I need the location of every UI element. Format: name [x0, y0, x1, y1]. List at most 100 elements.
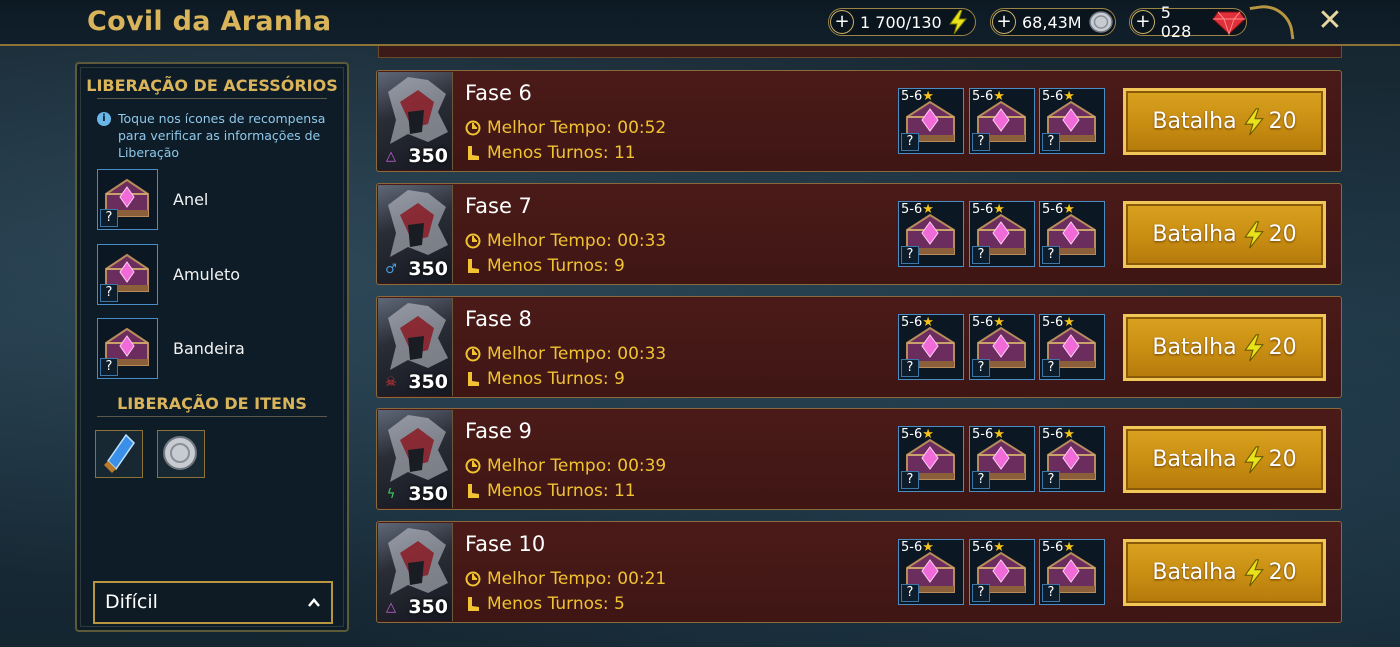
star-icon: ★: [922, 89, 934, 104]
reward-rank: 5-6★: [1042, 202, 1075, 217]
stage-row-5[interactable]: △ 350 Fase 10 Melhor Tempo: 00:21 Menos …: [376, 521, 1342, 623]
battle-cost: 20: [1268, 560, 1297, 585]
energy-value: 1 700/130: [860, 12, 942, 32]
reward-slot[interactable]: 5-6★?: [969, 426, 1035, 492]
best-time: Melhor Tempo: 00:21: [465, 569, 666, 589]
reward-slot[interactable]: 5-6★?: [898, 539, 964, 605]
silver-coin-icon[interactable]: [157, 430, 205, 478]
battle-button[interactable]: Batalha 20: [1123, 539, 1326, 606]
reward-rank: 5-6★: [901, 89, 934, 104]
reward-slot[interactable]: 5-6★?: [1039, 426, 1105, 492]
stage-row-4[interactable]: ϟ 350 Fase 9 Melhor Tempo: 00:39 Menos T…: [376, 408, 1342, 510]
reward-rank: 5-6★: [1042, 540, 1075, 555]
boss-power: 350: [408, 258, 448, 280]
accessory-banner[interactable]: ? Bandeira: [97, 318, 245, 379]
reward-slot[interactable]: 5-6★?: [1039, 539, 1105, 605]
reward-rank: 5-6★: [901, 202, 934, 217]
star-icon: ★: [922, 315, 934, 330]
best-time-text: Melhor Tempo: 00:21: [487, 569, 667, 589]
reward-rank: 5-6★: [972, 89, 1005, 104]
question-mark: ?: [1042, 584, 1060, 602]
energy-counter[interactable]: + 1 700/130: [828, 8, 976, 36]
battle-label: Batalha: [1152, 335, 1237, 360]
battle-label: Batalha: [1152, 109, 1237, 134]
stage-row-1[interactable]: △ 350 Fase 6 Melhor Tempo: 00:52 Menos T…: [376, 70, 1342, 172]
previous-stage-edge: [378, 46, 1342, 58]
star-icon: ★: [1063, 89, 1075, 104]
boot-icon: [465, 596, 481, 612]
best-time: Melhor Tempo: 00:39: [465, 456, 666, 476]
battle-button[interactable]: Batalha 20: [1123, 314, 1326, 381]
battle-button[interactable]: Batalha 20: [1123, 88, 1326, 155]
force-affinity-icon: ♂: [385, 262, 397, 277]
void-affinity-icon: ☠: [385, 375, 397, 390]
question-mark: ?: [1042, 246, 1060, 264]
reward-slot[interactable]: 5-6★?: [969, 88, 1035, 154]
accessory-ring[interactable]: ? Anel: [97, 169, 208, 230]
best-time-text: Melhor Tempo: 00:52: [487, 118, 667, 138]
reward-rank: 5-6★: [1042, 89, 1075, 104]
clock-icon: [465, 458, 481, 474]
gems-counter[interactable]: + 5 028: [1129, 3, 1247, 41]
blue-crystal-icon[interactable]: [95, 430, 143, 478]
add-silver-button[interactable]: +: [992, 10, 1016, 34]
chest-icon[interactable]: ?: [97, 169, 158, 230]
reward-slot[interactable]: 5-6★?: [898, 88, 964, 154]
accessory-label: Amuleto: [173, 265, 241, 284]
fewest-turns: Menos Turnos: 9: [465, 369, 625, 389]
reward-slot[interactable]: 5-6★?: [1039, 88, 1105, 154]
top-bar: Covil da Aranha + 1 700/130 + 68,43M + 5…: [0, 0, 1400, 46]
turns-text: Menos Turnos: 11: [487, 481, 636, 501]
reward-slot[interactable]: 5-6★?: [898, 426, 964, 492]
reward-rank: 5-6★: [1042, 427, 1075, 442]
question-mark: ?: [901, 584, 919, 602]
stage-row-2[interactable]: ♂ 350 Fase 7 Melhor Tempo: 00:33 Menos T…: [376, 183, 1342, 285]
close-button[interactable]: ✕: [1316, 4, 1344, 38]
battle-button[interactable]: Batalha 20: [1123, 426, 1326, 493]
ruby-gem-icon: [1212, 9, 1246, 35]
boss-portrait: △ 350: [378, 72, 453, 170]
accessory-label: Anel: [173, 190, 209, 209]
question-mark: ?: [972, 471, 990, 489]
battle-label: Batalha: [1152, 560, 1237, 585]
best-time: Melhor Tempo: 00:33: [465, 344, 666, 364]
boot-icon: [465, 145, 481, 161]
battle-label: Batalha: [1152, 222, 1237, 247]
info-text: Toque nos ícones de recompensa para veri…: [118, 111, 326, 160]
boss-portrait: △ 350: [378, 523, 453, 621]
items-heading-label: LIBERAÇÃO DE ITENS: [117, 394, 307, 413]
reward-slot[interactable]: 5-6★?: [898, 314, 964, 380]
stage-name: Fase 6: [465, 81, 532, 105]
accessory-amulet[interactable]: ? Amuleto: [97, 244, 240, 305]
chest-icon[interactable]: ?: [97, 244, 158, 305]
star-icon: ★: [922, 427, 934, 442]
stage-name: Fase 7: [465, 194, 532, 218]
reward-slot[interactable]: 5-6★?: [1039, 314, 1105, 380]
reward-slot[interactable]: 5-6★?: [1039, 201, 1105, 267]
star-icon: ★: [993, 315, 1005, 330]
question-mark: ?: [1042, 359, 1060, 377]
magic-affinity-icon: △: [386, 149, 396, 164]
turns-text: Menos Turnos: 9: [487, 369, 625, 389]
boot-icon: [465, 483, 481, 499]
reward-slot[interactable]: 5-6★?: [969, 201, 1035, 267]
chest-icon[interactable]: ?: [97, 318, 158, 379]
question-mark: ?: [901, 133, 919, 151]
add-energy-button[interactable]: +: [830, 10, 854, 34]
star-icon: ★: [922, 202, 934, 217]
reward-slot[interactable]: 5-6★?: [898, 201, 964, 267]
boss-portrait: ☠ 350: [378, 298, 453, 396]
boss-power: 350: [408, 483, 448, 505]
reward-slot[interactable]: 5-6★?: [969, 539, 1035, 605]
silver-counter[interactable]: + 68,43M: [990, 8, 1116, 36]
silver-value: 68,43M: [1022, 12, 1082, 32]
battle-button[interactable]: Batalha 20: [1123, 201, 1326, 268]
star-icon: ★: [1063, 427, 1075, 442]
battle-cost: 20: [1268, 335, 1297, 360]
stage-row-3[interactable]: ☠ 350 Fase 8 Melhor Tempo: 00:33 Menos T…: [376, 296, 1342, 398]
difficulty-dropdown[interactable]: Difícil: [93, 581, 333, 624]
add-gems-button[interactable]: +: [1131, 10, 1155, 34]
best-time-text: Melhor Tempo: 00:33: [487, 344, 667, 364]
reward-slot[interactable]: 5-6★?: [969, 314, 1035, 380]
page-title: Covil da Aranha: [87, 6, 332, 37]
